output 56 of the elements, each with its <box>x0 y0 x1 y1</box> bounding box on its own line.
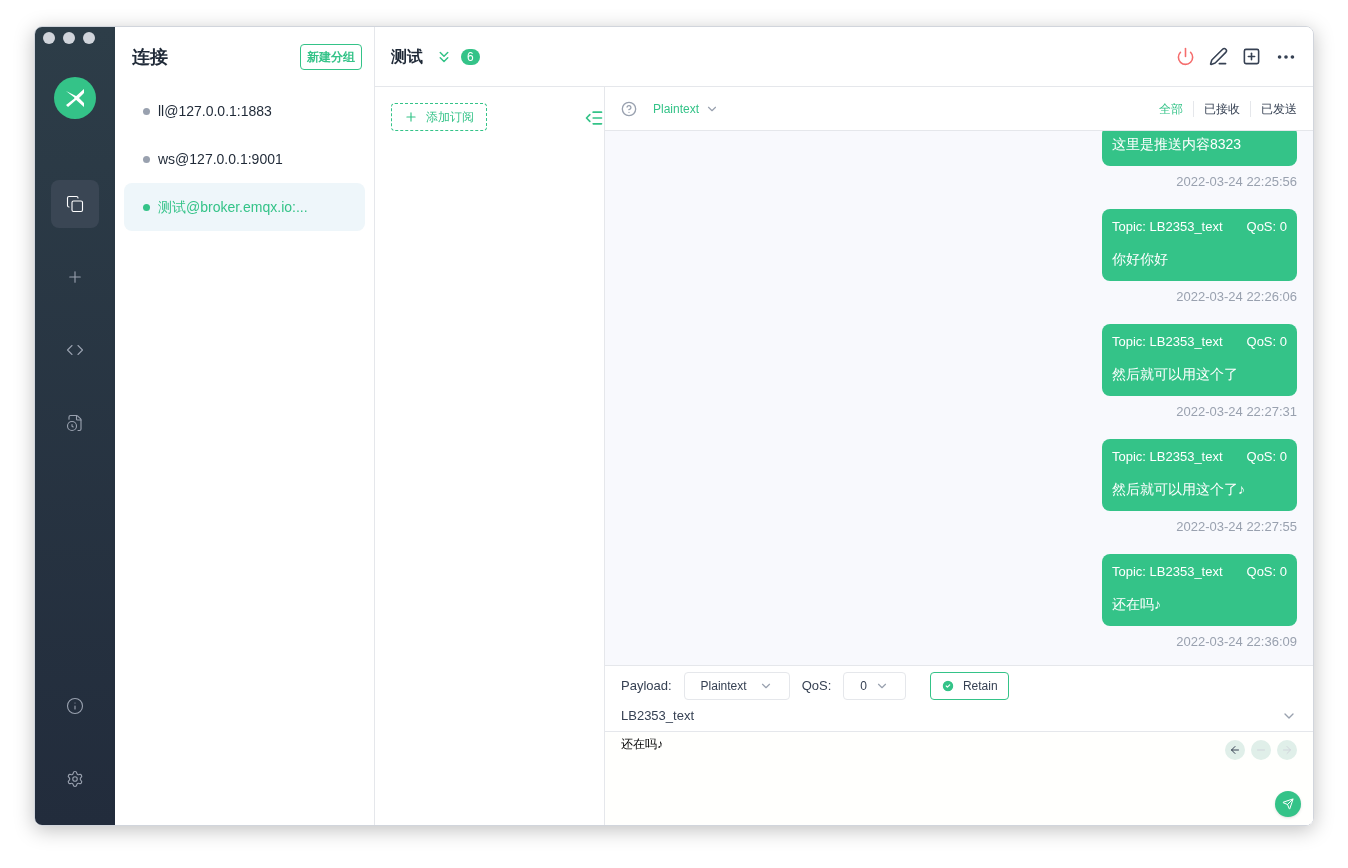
message-payload: 你好你好 <box>1112 249 1169 269</box>
arrow-right-icon <box>1281 744 1293 756</box>
count-badge: 6 <box>461 48 480 65</box>
send-button[interactable] <box>1275 791 1301 817</box>
settings-icon <box>66 770 84 788</box>
message-time: 2022-03-24 22:27:55 <box>1176 517 1297 536</box>
filter-tab[interactable]: 已发送 <box>1250 100 1297 117</box>
message-qos: QoS: 0 <box>1246 218 1287 236</box>
message-qos: QoS: 0 <box>1246 563 1287 581</box>
message-topic: Topic: LB2353_text <box>1112 218 1223 236</box>
qos-select[interactable]: 0 <box>843 672 906 700</box>
overlapping-squares-icon <box>66 195 84 213</box>
message-payload: 然后就可以用这个了 <box>1112 364 1239 384</box>
message-topic: Topic: LB2353_text <box>1112 448 1223 466</box>
check-circle-icon <box>940 679 955 693</box>
filter-tab[interactable]: 已接收 <box>1193 100 1250 117</box>
message-time: 2022-03-24 22:26:06 <box>1176 287 1297 306</box>
app-logo-icon <box>54 77 96 119</box>
message-topic: Topic: LB2353_text <box>1112 333 1223 351</box>
connection-name: ws@127.0.0.1:9001 <box>158 150 283 169</box>
connection-title: 测试 <box>391 46 423 67</box>
plus-icon <box>66 268 84 286</box>
message-qos: QoS: 0 <box>1246 333 1287 351</box>
connection-item[interactable]: ll@127.0.0.1:1883 <box>124 87 365 135</box>
connection-name: ll@127.0.0.1:1883 <box>158 102 272 121</box>
qos-label: QoS: <box>801 677 832 696</box>
window-close-icon[interactable] <box>43 32 55 44</box>
collapse-icon[interactable] <box>584 108 604 128</box>
power-icon[interactable] <box>1176 47 1195 66</box>
payload-label: Payload: <box>621 677 672 696</box>
panel-title: 连接 <box>132 46 168 69</box>
plus-icon <box>404 110 418 124</box>
message-time: 2022-03-24 22:36:09 <box>1176 632 1297 651</box>
topic-field[interactable]: LB2353_text <box>621 705 694 726</box>
message-payload: 然后就可以用这个了♪ <box>1112 479 1246 499</box>
payload-format-select[interactable]: Plaintext <box>683 672 790 700</box>
window-minimize-icon[interactable] <box>63 32 75 44</box>
info-icon <box>66 697 84 715</box>
retain-checkbox[interactable]: Retain <box>929 672 1009 700</box>
message-topic: Topic: LB2353_text <box>1112 563 1223 581</box>
edit-icon[interactable] <box>1209 47 1228 66</box>
window-maximize-icon[interactable] <box>83 32 95 44</box>
message-qos: QoS: 0 <box>1246 448 1287 466</box>
message-input[interactable]: 还在吗♪ <box>621 736 1225 817</box>
message-time: 2022-03-24 22:25:56 <box>1176 172 1297 191</box>
help-icon[interactable] <box>621 100 637 117</box>
send-icon <box>1282 798 1294 810</box>
message-payload: 这里是推送内容8323 <box>1112 134 1243 154</box>
connection-name: 测试@broker.emqx.io:... <box>158 198 308 217</box>
arrow-left-icon <box>1229 744 1241 756</box>
message-payload: 还在吗♪ <box>1112 594 1162 614</box>
connection-item[interactable]: ws@127.0.0.1:9001 <box>124 135 365 183</box>
previous-icon[interactable] <box>1225 740 1245 760</box>
message-time: 2022-03-24 22:27:31 <box>1176 402 1297 421</box>
document-clock-icon <box>66 414 84 432</box>
sidebar-nav-button[interactable] <box>51 180 99 228</box>
